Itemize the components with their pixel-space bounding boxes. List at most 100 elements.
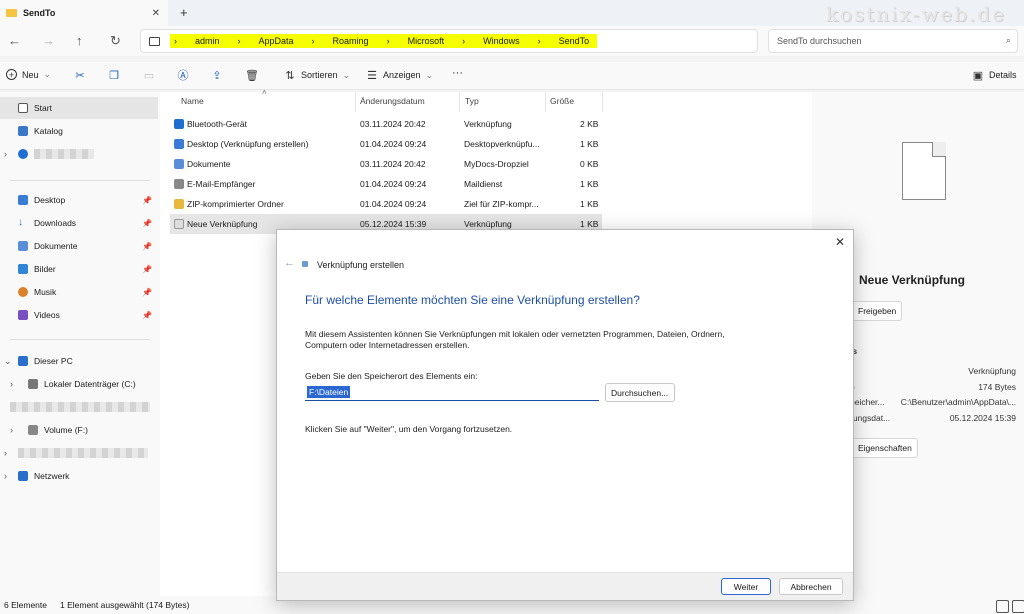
- sidebar-item-bilder[interactable]: Bilder 📌: [0, 258, 158, 280]
- breadcrumb-appdata[interactable]: AppData: [259, 36, 294, 46]
- view-button[interactable]: ☰ Anzeigen ⌄: [366, 69, 433, 82]
- breadcrumb-sendto[interactable]: SendTo: [559, 36, 590, 46]
- file-name: Bluetooth-Gerät: [187, 119, 248, 129]
- column-header-type[interactable]: Typ: [465, 96, 479, 106]
- videos-icon: [18, 310, 28, 320]
- breadcrumb-microsoft[interactable]: Microsoft: [408, 36, 445, 46]
- file-row[interactable]: Desktop (Verknüpfung erstellen) 01.04.20…: [170, 134, 602, 154]
- new-button[interactable]: + Neu ⌄: [6, 69, 51, 80]
- pin-icon[interactable]: 📌: [142, 288, 152, 297]
- tab-sendto[interactable]: SendTo ✕: [0, 0, 168, 26]
- column-separator[interactable]: [545, 92, 546, 112]
- column-header-size[interactable]: Größe: [550, 96, 574, 106]
- sidebar-item-label: Videos: [34, 310, 60, 320]
- breadcrumb-separator: ›: [462, 36, 466, 46]
- pin-icon[interactable]: 📌: [142, 242, 152, 251]
- rename-button[interactable]: Ⓐ: [177, 69, 189, 82]
- gallery-icon: [18, 126, 28, 136]
- more-options-button[interactable]: ···: [452, 67, 463, 79]
- pin-icon[interactable]: 📌: [142, 219, 152, 228]
- breadcrumb-windows[interactable]: Windows: [483, 36, 520, 46]
- title-bar: SendTo ✕ + kostnix-web.de: [0, 0, 1024, 26]
- tiles-view-icon[interactable]: [1012, 600, 1024, 613]
- sidebar-item-blurred-drive[interactable]: [0, 396, 158, 418]
- properties-button[interactable]: Eigenschaften: [852, 438, 918, 458]
- location-input-value[interactable]: F:\Dateien: [307, 386, 351, 398]
- file-type: Ziel für ZIP-kompr...: [464, 199, 539, 209]
- file-size: 1 KB: [580, 179, 599, 189]
- file-row[interactable]: Dokumente 03.11.2024 20:42 MyDocs-Dropzi…: [170, 154, 602, 174]
- delete-button[interactable]: 🗑: [245, 69, 259, 82]
- up-arrow-icon[interactable]: ↑: [76, 33, 83, 48]
- search-placeholder: SendTo durchsuchen: [777, 36, 862, 46]
- chevron-right-icon: ›: [10, 379, 13, 389]
- breadcrumb-separator: ›: [311, 36, 315, 46]
- chevron-down-icon: ⌄: [4, 355, 12, 366]
- forward-arrow-icon[interactable]: →: [42, 33, 55, 48]
- chevron-right-icon: ›: [4, 149, 7, 159]
- breadcrumb-admin[interactable]: admin: [195, 36, 220, 46]
- details-button[interactable]: ▣ Details: [972, 69, 1017, 82]
- sidebar-item-label: Start: [34, 103, 52, 113]
- dialog-title: Verknüpfung erstellen: [317, 260, 405, 270]
- details-view-icon[interactable]: [996, 600, 1009, 613]
- back-arrow-icon[interactable]: ←: [8, 33, 21, 48]
- browse-button[interactable]: Durchsuchen...: [605, 383, 675, 402]
- new-tab-button[interactable]: +: [180, 5, 188, 20]
- sidebar-item-dokumente[interactable]: Dokumente 📌: [0, 235, 158, 257]
- chevron-right-icon: ›: [4, 471, 7, 481]
- home-icon: [18, 103, 28, 113]
- cut-button[interactable]: ✂: [74, 69, 86, 82]
- address-bar[interactable]: › admin › AppData › Roaming › Microsoft …: [140, 29, 758, 53]
- column-separator[interactable]: [459, 92, 460, 112]
- details-pane-icon: ▣: [972, 69, 984, 82]
- pin-icon[interactable]: 📌: [142, 196, 152, 205]
- share-button[interactable]: Freigeben: [852, 301, 903, 321]
- breadcrumb-roaming[interactable]: Roaming: [333, 36, 369, 46]
- file-row[interactable]: E-Mail-Empfänger 01.04.2024 09:24 Maildi…: [170, 174, 602, 194]
- cancel-button[interactable]: Abbrechen: [779, 578, 843, 595]
- sidebar-item-videos[interactable]: Videos 📌: [0, 304, 158, 326]
- sidebar-item-dieser-pc[interactable]: ⌄ Dieser PC: [0, 350, 158, 372]
- sidebar-item-desktop[interactable]: Desktop 📌: [0, 189, 158, 211]
- sidebar-item-lokaler-datentraeger[interactable]: › Lokaler Datenträger (C:): [0, 373, 158, 395]
- download-icon: ↓: [18, 217, 23, 228]
- pin-icon[interactable]: 📌: [142, 265, 152, 274]
- sidebar-item-blurred-network[interactable]: ›: [0, 442, 158, 464]
- sidebar-item-label: Bilder: [34, 264, 56, 274]
- sort-button[interactable]: ⇅ Sortieren ⌄: [284, 69, 350, 82]
- sidebar-item-onedrive[interactable]: ›: [0, 143, 158, 165]
- copy-button[interactable]: ❐: [108, 69, 120, 82]
- sidebar-item-label: Dokumente: [34, 241, 78, 251]
- view-icon: ☰: [367, 69, 377, 82]
- file-row[interactable]: Bluetooth-Gerät 03.11.2024 20:42 Verknüp…: [170, 114, 602, 134]
- paste-icon: ▭: [143, 69, 155, 82]
- file-name: E-Mail-Empfänger: [187, 179, 256, 189]
- sidebar-item-downloads[interactable]: ↓ Downloads 📌: [0, 212, 158, 234]
- chevron-down-icon: ⌄: [43, 69, 52, 79]
- search-input[interactable]: SendTo durchsuchen ⌕: [768, 29, 1018, 53]
- watermark: kostnix-web.de: [825, 2, 1006, 26]
- document-fold: [932, 142, 946, 157]
- refresh-icon[interactable]: ↻: [110, 33, 121, 49]
- file-date: 05.12.2024 15:39: [360, 219, 427, 229]
- column-header-name[interactable]: Name: [181, 96, 204, 106]
- pin-icon[interactable]: 📌: [142, 311, 152, 320]
- file-row[interactable]: ZIP-komprimierter Ordner 01.04.2024 09:2…: [170, 194, 602, 214]
- file-date: 01.04.2024 09:24: [360, 139, 427, 149]
- back-arrow-icon[interactable]: ←: [284, 257, 295, 269]
- next-button[interactable]: Weiter: [721, 578, 771, 595]
- share-button[interactable]: ⇪: [211, 69, 223, 82]
- column-separator[interactable]: [602, 92, 603, 112]
- sidebar-item-musik[interactable]: Musik 📌: [0, 281, 158, 303]
- sidebar-item-katalog[interactable]: Katalog: [0, 120, 158, 142]
- column-header-date[interactable]: Änderungsdatum: [360, 96, 425, 106]
- file-date: 03.11.2024 20:42: [360, 119, 426, 129]
- sidebar-item-netzwerk[interactable]: › Netzwerk: [0, 465, 158, 487]
- sidebar-item-volume[interactable]: › Volume (F:): [0, 419, 158, 441]
- close-icon[interactable]: ✕: [835, 235, 845, 249]
- tab-close-icon[interactable]: ✕: [152, 8, 160, 19]
- paste-button[interactable]: ▭: [143, 69, 155, 82]
- sidebar-item-start[interactable]: Start: [0, 97, 158, 119]
- column-separator[interactable]: [355, 92, 356, 112]
